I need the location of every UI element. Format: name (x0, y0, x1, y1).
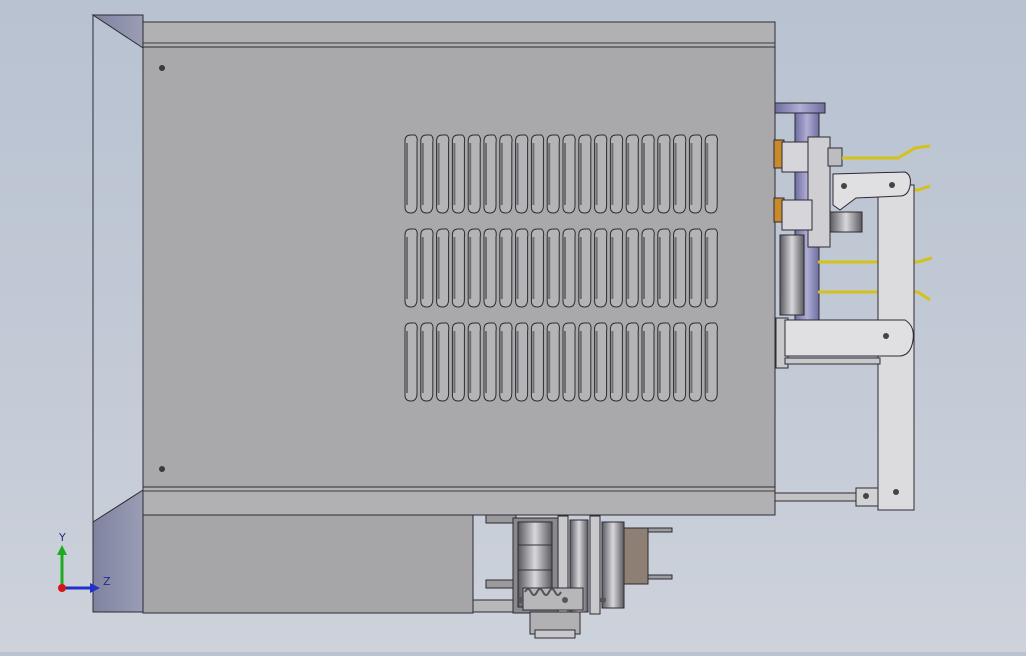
left-flange (91, 14, 144, 613)
screw-bottom (159, 466, 165, 472)
bottom-mechanism (485, 514, 673, 639)
base-box (142, 514, 524, 614)
right-mechanism (773, 102, 933, 511)
triad-z-label: Z (103, 575, 111, 588)
screw-top (159, 65, 165, 71)
model-view (57, 14, 933, 639)
triad-y-label: Y (59, 531, 66, 544)
cad-viewport[interactable]: Y Z (0, 0, 1026, 652)
